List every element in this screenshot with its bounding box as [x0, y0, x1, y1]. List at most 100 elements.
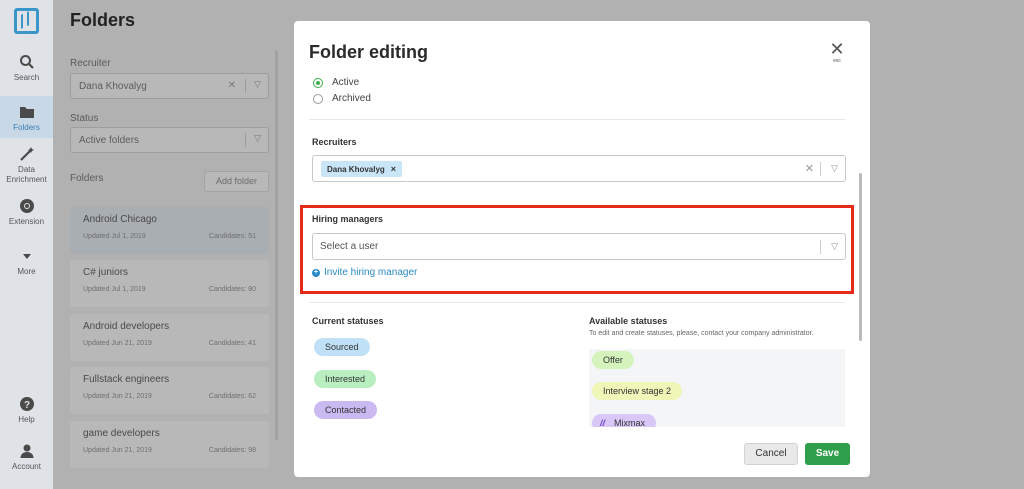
available-statuses-list: Offer Interview stage 2 // Mixmax [589, 349, 845, 427]
available-statuses-note: To edit and create statuses, please, con… [589, 330, 814, 337]
rail-label: Extension [8, 217, 45, 226]
select-divider [820, 240, 821, 254]
select-divider [245, 79, 246, 93]
folder-card[interactable]: Android Chicago Updated Jul 1, 2019 Candi… [70, 207, 269, 254]
clear-icon[interactable]: ✕ [805, 162, 814, 175]
rail-item-more[interactable]: More [0, 248, 53, 277]
remove-tag-icon[interactable]: × [391, 164, 396, 174]
rail-item-extension[interactable]: Extension [0, 198, 53, 227]
folder-updated: Updated Jul 1, 2019 [83, 233, 146, 240]
radio-label: Archived [332, 93, 371, 104]
chevron-down-icon[interactable]: ▽ [254, 79, 261, 90]
folders-label: Folders [70, 173, 104, 184]
status-pill-label: Mixmax [614, 418, 645, 427]
chevron-down-icon[interactable]: ▽ [831, 241, 838, 252]
folder-editing-modal: Folder editing ✕ esc Active Archived Rec… [294, 21, 870, 477]
recruiter-filter-value: Dana Khovalyg [79, 81, 147, 92]
folder-name: Android developers [83, 321, 170, 332]
rail-label: Search [13, 73, 40, 82]
cancel-button[interactable]: Cancel [744, 443, 798, 465]
chevron-down-icon[interactable]: ▽ [254, 133, 261, 144]
radio-label: Active [332, 77, 360, 88]
folder-candidates: Candidates: 98 [208, 447, 256, 454]
radio-unchecked-icon [313, 93, 323, 104]
folder-card[interactable]: game developers Updated Jun 21, 2019 Cand… [70, 421, 269, 468]
chevron-down-icon [19, 248, 35, 264]
plus-circle-icon: + [312, 268, 320, 277]
folder-name: Fullstack engineers [83, 374, 170, 385]
page-title: Folders [70, 10, 136, 30]
invite-hiring-manager-link[interactable]: + Invite hiring manager [312, 267, 417, 278]
folder-updated: Updated Jul 1, 2019 [83, 286, 146, 293]
status-label: Status [70, 113, 99, 124]
divider [309, 119, 845, 120]
clear-icon[interactable]: ✕ [228, 80, 236, 91]
hiring-managers-select[interactable]: Select a user ▽ [312, 233, 846, 260]
magic-wand-icon [19, 146, 35, 162]
folder-updated: Updated Jun 21, 2019 [83, 393, 152, 400]
folder-card[interactable]: Fullstack engineers Updated Jun 21, 2019… [70, 367, 269, 414]
user-icon [19, 443, 35, 459]
chrome-icon [19, 198, 35, 214]
status-radio-archived[interactable]: Archived [313, 93, 371, 104]
folder-candidates: Candidates: 62 [208, 393, 256, 400]
modal-title: Folder editing [309, 42, 428, 62]
status-radio-active[interactable]: Active [313, 77, 359, 88]
recruiters-label: Recruiters [312, 137, 357, 147]
folder-candidates: Candidates: 51 [208, 233, 256, 240]
rail-item-folders[interactable]: Folders [0, 96, 53, 138]
recruiter-tag-label: Dana Khovalyg [327, 164, 385, 174]
search-icon [19, 54, 35, 70]
folder-card[interactable]: Android developers Updated Jun 21, 2019 C… [70, 314, 269, 361]
rail-label: Help [18, 415, 35, 424]
mixmax-logo-icon: // [600, 418, 606, 427]
folder-name: game developers [83, 428, 160, 439]
rail-item-account[interactable]: Account [0, 443, 53, 472]
rail-label: More [17, 267, 36, 276]
folders-scrollbar[interactable] [275, 50, 278, 440]
nav-rail: Search Folders Data Enrichment Extension… [0, 0, 53, 489]
close-icon: ✕ [829, 39, 845, 59]
app-logo[interactable] [14, 8, 39, 34]
status-pill: Offer [592, 351, 634, 369]
help-icon: ? [19, 396, 35, 412]
chevron-down-icon[interactable]: ▽ [831, 163, 838, 174]
close-button[interactable]: ✕ esc [829, 39, 845, 64]
status-pill: Interview stage 2 [592, 382, 683, 400]
rail-label: Account [12, 462, 41, 471]
select-divider [245, 133, 246, 147]
folder-icon [19, 104, 35, 120]
status-filter-select[interactable]: Active folders ▽ [70, 127, 269, 153]
folder-candidates: Candidates: 41 [208, 340, 256, 347]
folder-card[interactable]: C# juniors Updated Jul 1, 2019 Candidates… [70, 260, 269, 307]
status-pill[interactable]: Interested [314, 370, 377, 388]
svg-text:?: ? [23, 400, 29, 411]
status-pill[interactable]: Contacted [314, 401, 378, 419]
modal-scrollbar[interactable] [859, 173, 862, 341]
recruiter-tag: Dana Khovalyg × [321, 161, 403, 177]
add-folder-button[interactable]: Add folder [204, 171, 269, 192]
available-statuses-label: Available statuses [589, 316, 668, 326]
rail-label: Folders [13, 123, 40, 132]
rail-item-search[interactable]: Search [0, 54, 53, 83]
radio-checked-icon [313, 77, 323, 88]
invite-label: Invite hiring manager [324, 267, 418, 278]
select-divider [820, 162, 821, 176]
hiring-managers-label: Hiring managers [312, 214, 384, 224]
recruiters-select[interactable]: Dana Khovalyg × ✕ ▽ [312, 155, 846, 182]
save-button[interactable]: Save [805, 443, 850, 465]
status-filter-value: Active folders [79, 135, 140, 146]
status-pill-mixmax: // Mixmax [592, 414, 656, 427]
recruiter-label: Recruiter [70, 58, 111, 69]
folder-candidates: Candidates: 80 [208, 286, 256, 293]
rail-item-help[interactable]: ? Help [0, 396, 53, 425]
current-statuses-label: Current statuses [312, 316, 384, 326]
recruiter-filter-select[interactable]: Dana Khovalyg ✕ ▽ [70, 73, 269, 99]
status-pill[interactable]: Sourced [314, 338, 370, 356]
folder-name: C# juniors [83, 267, 129, 278]
folder-updated: Updated Jun 21, 2019 [83, 340, 152, 347]
folder-updated: Updated Jun 21, 2019 [83, 447, 152, 454]
divider [309, 302, 845, 303]
rail-item-data-enrichment[interactable]: Data Enrichment [0, 146, 53, 185]
select-placeholder: Select a user [320, 241, 379, 252]
